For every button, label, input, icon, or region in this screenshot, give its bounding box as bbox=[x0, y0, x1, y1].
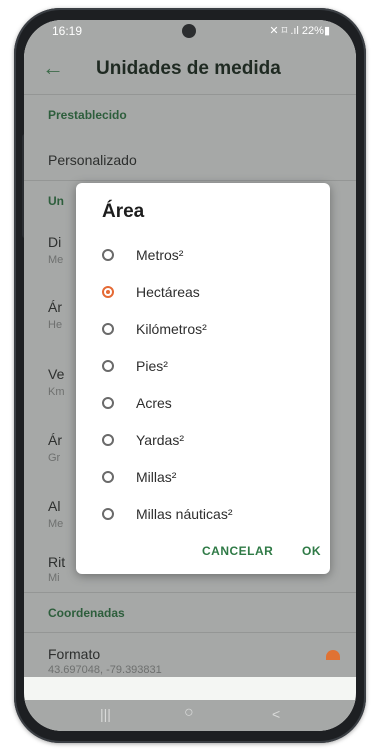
option-pies[interactable]: Pies² bbox=[76, 350, 330, 386]
option-acres[interactable]: Acres bbox=[76, 387, 330, 423]
option-label: Yardas² bbox=[136, 432, 184, 448]
option-label: Millas náuticas² bbox=[136, 506, 233, 522]
divider bbox=[24, 94, 356, 95]
navigation-bar: ||| ○ < bbox=[24, 700, 356, 731]
home-icon[interactable]: ○ bbox=[184, 704, 194, 722]
row-pace-sub: Mi bbox=[48, 572, 60, 584]
section-header-preset: Prestablecido bbox=[48, 108, 127, 122]
page-title: Unidades de medida bbox=[96, 58, 281, 79]
area-dialog: Área Metros² Hectáreas Kilómetros² Pies²… bbox=[76, 183, 330, 574]
option-metros[interactable]: Metros² bbox=[76, 239, 330, 275]
phone-frame: 16:19 ✕ ⌑ .ıl 22%▮ ← Unidades de medida … bbox=[14, 8, 366, 743]
cancel-button[interactable]: CANCELAR bbox=[202, 544, 273, 558]
radio-button[interactable] bbox=[102, 323, 114, 335]
ok-button[interactable]: OK bbox=[302, 544, 321, 558]
divider bbox=[24, 180, 356, 181]
row-altitude-sub: Me bbox=[48, 518, 64, 530]
camera-notch bbox=[182, 24, 196, 38]
radio-button[interactable] bbox=[102, 471, 114, 483]
row-pace-title[interactable]: Rit bbox=[48, 554, 65, 570]
fab-edge bbox=[326, 650, 340, 660]
dialog-title: Área bbox=[102, 201, 145, 222]
row-speed-sub: Km bbox=[48, 386, 65, 398]
option-kilometros[interactable]: Kilómetros² bbox=[76, 313, 330, 349]
nav-back-icon[interactable]: < bbox=[272, 706, 280, 722]
option-millas-nauticas[interactable]: Millas náuticas² bbox=[76, 498, 330, 534]
option-label: Kilómetros² bbox=[136, 321, 207, 337]
row-speed-title[interactable]: Ve bbox=[48, 366, 64, 382]
status-icons: ✕ ⌑ .ıl 22%▮ bbox=[269, 25, 330, 37]
status-bar: 16:19 ✕ ⌑ .ıl 22%▮ bbox=[24, 20, 356, 44]
row-altitude-title[interactable]: Al bbox=[48, 498, 60, 514]
radio-button[interactable] bbox=[102, 397, 114, 409]
section-header-coordinates: Coordenadas bbox=[48, 606, 125, 620]
option-label: Pies² bbox=[136, 358, 168, 374]
status-time: 16:19 bbox=[52, 24, 83, 38]
back-arrow-icon[interactable]: ← bbox=[42, 54, 66, 82]
row-angle-title[interactable]: Ár bbox=[48, 432, 62, 448]
dialog-actions: CANCELAR OK bbox=[76, 544, 330, 568]
row-format-title[interactable]: Formato bbox=[48, 646, 100, 662]
radio-button-selected[interactable] bbox=[102, 286, 114, 298]
phone-screen: 16:19 ✕ ⌑ .ıl 22%▮ ← Unidades de medida … bbox=[24, 20, 356, 731]
row-distance-title[interactable]: Di bbox=[48, 234, 61, 250]
radio-button[interactable] bbox=[102, 434, 114, 446]
row-area-sub: He bbox=[48, 319, 63, 331]
row-area-title[interactable]: Ár bbox=[48, 299, 62, 315]
app-bar: ← Unidades de medida bbox=[24, 44, 356, 94]
divider bbox=[24, 592, 356, 593]
radio-button[interactable] bbox=[102, 249, 114, 261]
preset-value[interactable]: Personalizado bbox=[48, 152, 137, 168]
option-label: Millas² bbox=[136, 469, 177, 485]
option-label: Acres bbox=[136, 395, 172, 411]
radio-button[interactable] bbox=[102, 508, 114, 520]
option-label: Metros² bbox=[136, 247, 184, 263]
row-format-value: 43.697048, -79.393831 bbox=[48, 664, 162, 676]
option-millas[interactable]: Millas² bbox=[76, 461, 330, 497]
radio-button[interactable] bbox=[102, 360, 114, 372]
section-header-units: Un bbox=[48, 194, 64, 208]
option-label: Hectáreas bbox=[136, 284, 200, 300]
recents-icon[interactable]: ||| bbox=[100, 706, 111, 722]
divider bbox=[24, 632, 356, 633]
option-hectareas[interactable]: Hectáreas bbox=[76, 276, 330, 312]
option-yardas[interactable]: Yardas² bbox=[76, 424, 330, 460]
row-distance-sub: Me bbox=[48, 254, 64, 266]
row-angle-sub: Gr bbox=[48, 452, 61, 464]
